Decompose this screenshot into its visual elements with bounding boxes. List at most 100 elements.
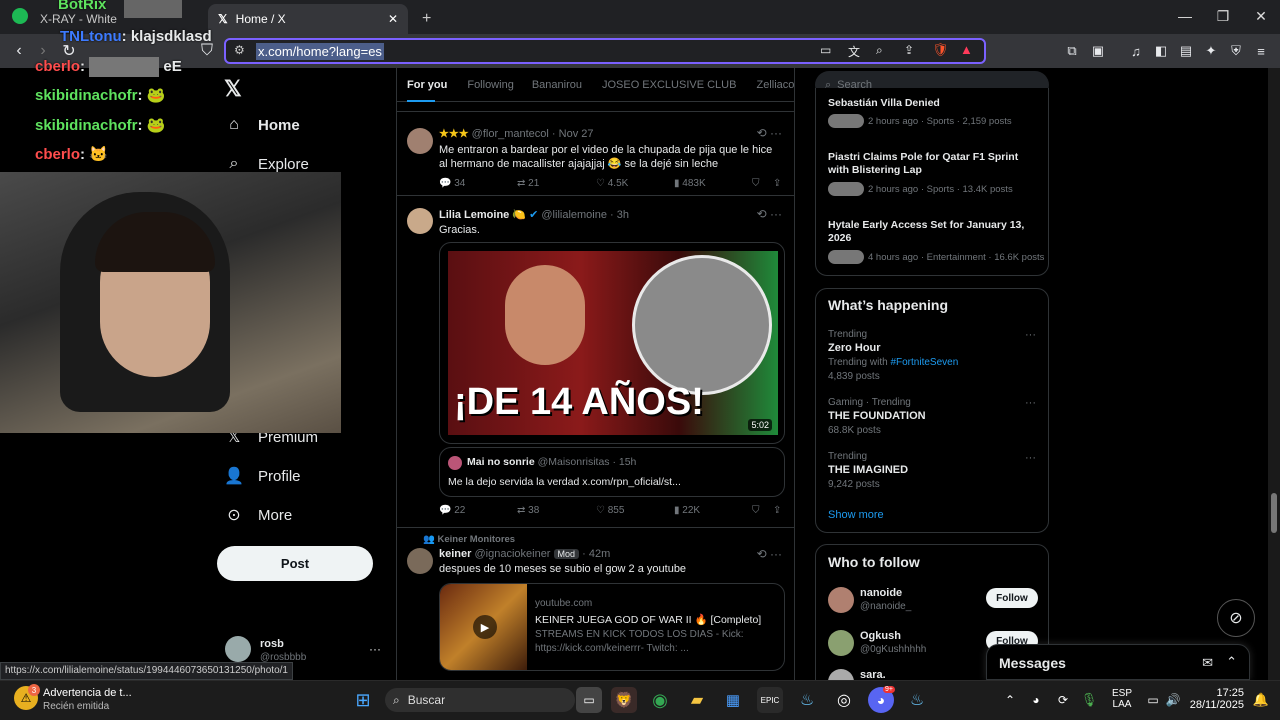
- minimize-button[interactable]: —: [1166, 0, 1204, 32]
- chrome-icon[interactable]: ◉: [647, 687, 673, 713]
- messages-drawer[interactable]: Messages ✉ ⌃: [986, 644, 1250, 680]
- tweet[interactable]: Lilia Lemoine 🍋 ✔ @lilialemoine · 3h ⟲ ·…: [397, 198, 794, 528]
- tweet-media[interactable]: ¡DE 14 AÑOS! 5:02: [439, 242, 785, 444]
- tweet-avatar[interactable]: [407, 128, 433, 154]
- page-scrollbar[interactable]: [1268, 68, 1280, 680]
- quoted-tweet[interactable]: Mai no sonrie @Maisonrisitas · 15h Me la…: [439, 447, 785, 497]
- bookmark-button[interactable]: ⛉: [752, 178, 760, 189]
- tweet-more-icon[interactable]: ⟲ ···: [757, 126, 782, 140]
- tab-bananirou[interactable]: Bananirou: [532, 79, 582, 91]
- volume-icon[interactable]: 🔊: [1160, 687, 1186, 713]
- follow-avatar[interactable]: [828, 587, 854, 613]
- share-icon[interactable]: ⇪: [904, 43, 914, 57]
- nav-home[interactable]: ⌂ Home: [224, 116, 300, 134]
- epic-games-icon[interactable]: EPIC: [757, 687, 783, 713]
- site-settings-icon[interactable]: ⚙: [234, 43, 245, 57]
- translate-icon[interactable]: 文: [848, 43, 860, 60]
- scrollbar-thumb[interactable]: [1271, 493, 1277, 533]
- tray-sync-icon[interactable]: ⟳: [1050, 687, 1076, 713]
- views-button[interactable]: ▮ 22K: [674, 505, 700, 516]
- share-button[interactable]: ⇪: [773, 178, 781, 189]
- new-message-icon[interactable]: ✉: [1202, 655, 1213, 671]
- steam-icon[interactable]: ♨: [794, 687, 820, 713]
- expand-chevron-icon[interactable]: ⌃: [1226, 654, 1237, 670]
- tweet-more-icon[interactable]: ⟲ ···: [757, 207, 782, 221]
- url-text[interactable]: x.com/home?lang=es: [256, 42, 384, 60]
- tab-following[interactable]: Following: [467, 79, 513, 91]
- tweet-avatar[interactable]: [407, 208, 433, 234]
- tab-for-you[interactable]: For you: [407, 79, 447, 91]
- reader-icon[interactable]: ▣: [1090, 43, 1106, 59]
- media-icon[interactable]: ♫: [1128, 43, 1144, 59]
- tweet-author[interactable]: Lilia Lemoine 🍋: [439, 209, 526, 221]
- language-indicator[interactable]: ESP LAA: [1110, 688, 1134, 710]
- tweet-more-icon[interactable]: ⟲ ···: [757, 547, 782, 561]
- tweet-handle[interactable]: @ignaciokeiner: [474, 548, 550, 560]
- obs-icon[interactable]: ◎: [831, 687, 857, 713]
- tray-discord-icon[interactable]: ◕: [1023, 687, 1049, 713]
- share-button[interactable]: ⇪: [773, 505, 781, 516]
- like-button[interactable]: ♡ 855: [596, 505, 624, 516]
- menu-icon[interactable]: ≡: [1253, 43, 1269, 59]
- tweet-time[interactable]: · Nov 27: [552, 128, 594, 140]
- news-title[interactable]: Piastri Claims Pole for Qatar F1 Sprint …: [828, 151, 1038, 177]
- trend-more-icon[interactable]: ···: [1025, 452, 1036, 464]
- trend-hashtag[interactable]: #FortniteSeven: [890, 357, 958, 368]
- cast-icon[interactable]: ▭: [820, 43, 831, 57]
- new-tab-button[interactable]: +: [412, 4, 441, 34]
- brave-shield-icon[interactable]: 🛡: [932, 42, 949, 58]
- notification-title[interactable]: Advertencia de t...: [43, 687, 132, 699]
- follow-name[interactable]: nanoide: [860, 587, 902, 599]
- reply-button[interactable]: 💬 22: [439, 505, 465, 516]
- tab-home-x[interactable]: 𝕏 Home / X ✕: [208, 4, 408, 34]
- tray-chevron-icon[interactable]: ⌃: [997, 687, 1023, 713]
- community-name[interactable]: Keiner Monitores: [437, 534, 515, 545]
- follow-avatar[interactable]: [828, 630, 854, 656]
- tweet-avatar[interactable]: [407, 548, 433, 574]
- trend-name[interactable]: THE IMAGINED: [828, 464, 908, 476]
- maximize-button[interactable]: ❐: [1204, 0, 1242, 32]
- nav-more[interactable]: ⊙ More: [224, 505, 292, 525]
- close-window-button[interactable]: ✕: [1242, 0, 1280, 32]
- reply-button[interactable]: 💬 34: [439, 178, 465, 189]
- show-more-link[interactable]: Show more: [828, 509, 884, 521]
- tweet-author[interactable]: keiner: [439, 548, 471, 560]
- store-icon[interactable]: ▦: [720, 687, 746, 713]
- x-home-logo[interactable]: 𝕏: [224, 76, 242, 102]
- tweet[interactable]: 👥 Keiner Monitores keiner @ignaciokeiner…: [397, 530, 794, 680]
- link-card[interactable]: ▶ youtube.com KEINER JUEGA GOD OF WAR II…: [439, 583, 785, 671]
- vpn-icon[interactable]: ⛨: [1228, 43, 1244, 59]
- repost-button[interactable]: ⇄ 21: [517, 178, 539, 189]
- notifications-icon[interactable]: 🔔: [1248, 687, 1274, 713]
- zoom-icon[interactable]: ⌕: [876, 43, 883, 58]
- file-explorer-icon[interactable]: ▰: [684, 687, 710, 713]
- post-button[interactable]: Post: [217, 546, 373, 581]
- account-avatar[interactable]: [225, 636, 251, 662]
- tweet-handle[interactable]: @lilialemoine: [541, 209, 607, 221]
- extensions-icon[interactable]: ⧉: [1064, 43, 1080, 59]
- tab-close-icon[interactable]: ✕: [388, 12, 398, 26]
- nav-explore[interactable]: ⌕ Explore: [224, 155, 309, 173]
- tray-mic-icon[interactable]: 🎙: [1076, 687, 1102, 713]
- clock[interactable]: 17:25 28/11/2025: [1188, 687, 1244, 711]
- sidebar-icon[interactable]: ◧: [1153, 43, 1169, 59]
- follow-name[interactable]: Ogkush: [860, 630, 901, 642]
- tweet-time[interactable]: · 42m: [582, 548, 610, 560]
- tab-joseo-exclusive-club[interactable]: JOSEO EXCLUSIVE CLUB: [602, 79, 737, 91]
- brave-rewards-icon[interactable]: ▲: [960, 42, 973, 57]
- tweet-time[interactable]: · 3h: [610, 209, 629, 221]
- windows-start-icon[interactable]: ⊞: [350, 687, 376, 713]
- bookmark-button[interactable]: ⛉: [752, 505, 760, 516]
- tweet-author[interactable]: ★★★: [439, 128, 469, 140]
- steam-icon-2[interactable]: ♨: [904, 687, 930, 713]
- views-button[interactable]: ▮ 483K: [674, 178, 706, 189]
- leo-ai-icon[interactable]: ✦: [1203, 43, 1219, 59]
- trend-name[interactable]: Zero Hour: [828, 342, 881, 354]
- address-bar[interactable]: ⚙ x.com/home?lang=es ▭ 文 ⌕ ⇪ 🛡 ▲: [224, 38, 986, 64]
- task-view-icon[interactable]: ▭: [576, 687, 602, 713]
- tweet[interactable]: ★★★ @flor_mantecol · Nov 27 ⟲ ··· Me ent…: [397, 116, 794, 196]
- tweet-handle[interactable]: @flor_mantecol: [472, 128, 549, 140]
- taskbar-search[interactable]: ⌕ Buscar: [385, 688, 575, 712]
- trend-name[interactable]: THE FOUNDATION: [828, 410, 926, 422]
- like-button[interactable]: ♡ 4.5K: [596, 178, 628, 189]
